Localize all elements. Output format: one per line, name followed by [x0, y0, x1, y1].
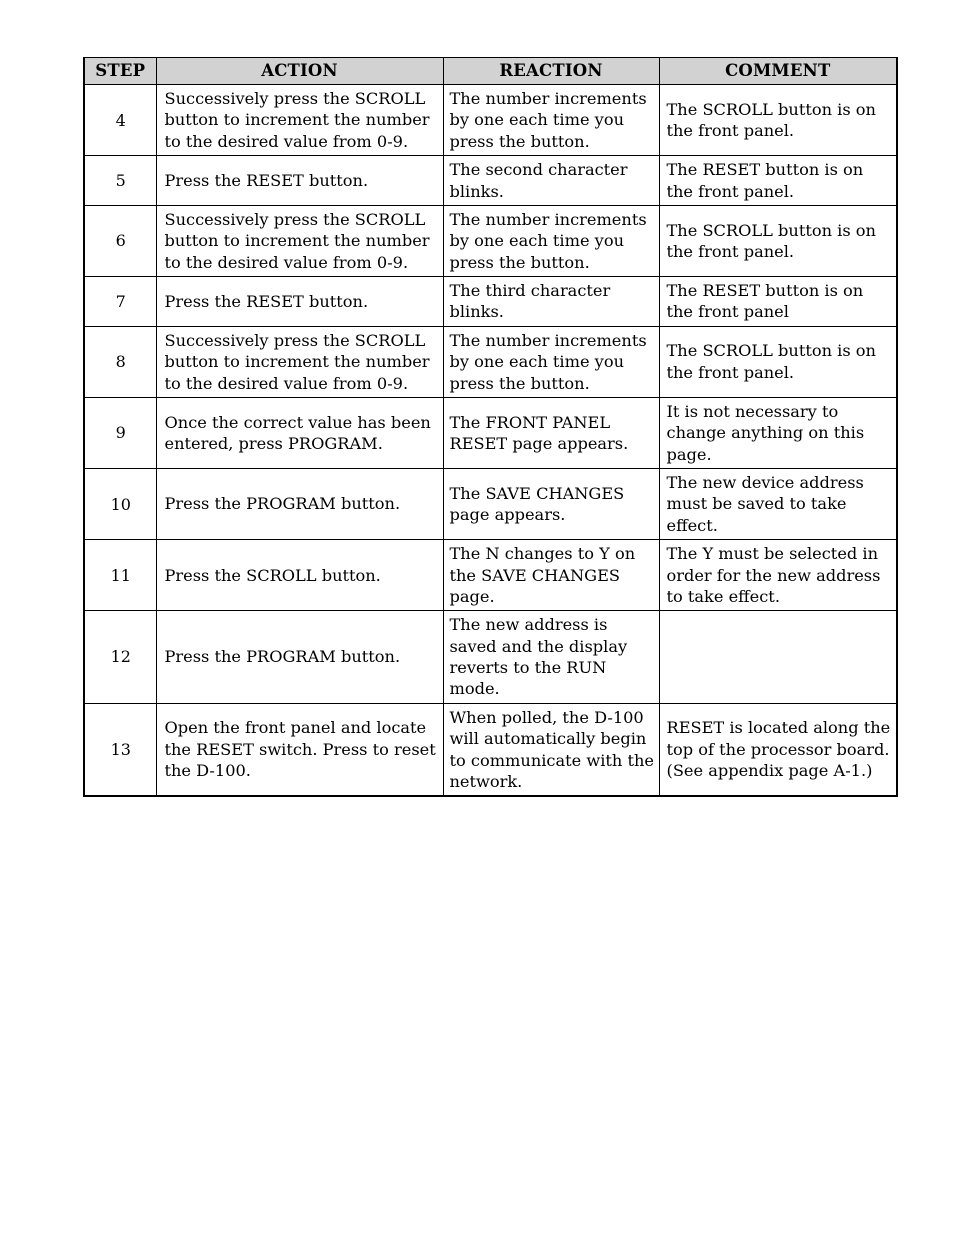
- action-text: Open the front panel and locate the RESE…: [164, 718, 436, 781]
- table-row: 11 Press the SCROLL button. The N change…: [83, 539, 898, 612]
- comment-text: The SCROLL button is on the front panel.: [666, 220, 876, 261]
- comment-text: The SCROLL button is on the front panel.: [666, 99, 876, 141]
- cell-step: 7: [83, 276, 157, 327]
- step-number: 9: [115, 423, 126, 443]
- cell-reaction: The second character blinks.: [442, 155, 660, 206]
- comment-text: The SCROLL button is on the front panel.: [666, 341, 876, 382]
- step-number: 4: [115, 110, 126, 130]
- step-number: 5: [115, 170, 126, 190]
- document-page: STEP ACTION REACTION COMMENT 4 Successiv…: [0, 0, 954, 1235]
- cell-comment: The new device address must be saved to …: [658, 467, 898, 541]
- cell-action: Successively press the SCROLL button to …: [155, 83, 444, 157]
- cell-reaction: The number increments by one each time y…: [442, 83, 660, 157]
- action-text: Once the correct value has been entered,…: [164, 412, 431, 453]
- cell-comment: [658, 610, 898, 704]
- cell-comment: The SCROLL button is on the front panel.: [658, 325, 898, 398]
- action-text: Press the PROGRAM button.: [164, 647, 401, 667]
- cell-step: 8: [83, 325, 157, 398]
- cell-comment: The RESET button is on the front panel: [658, 276, 898, 327]
- column-header-comment: COMMENT: [658, 57, 898, 85]
- reaction-text: The N changes to Y on the SAVE CHANGES p…: [449, 544, 636, 606]
- action-text: Press the RESET button.: [164, 170, 369, 190]
- column-header-reaction: REACTION: [442, 57, 660, 85]
- cell-reaction: The number increments by one each time y…: [442, 204, 660, 278]
- cell-step: 6: [83, 204, 157, 278]
- reaction-text: The number increments by one each time y…: [449, 330, 647, 393]
- action-text: Press the RESET button.: [164, 291, 369, 311]
- cell-step: 11: [83, 539, 157, 612]
- cell-action: Press the PROGRAM button.: [155, 610, 444, 704]
- comment-text: The RESET button is on the front panel: [666, 281, 864, 322]
- table-row: 4 Successively press the SCROLL button t…: [83, 83, 898, 157]
- cell-action: Press the RESET button.: [155, 155, 444, 206]
- cell-step: 13: [83, 702, 157, 798]
- table-row: 10 Press the PROGRAM button. The SAVE CH…: [83, 467, 898, 541]
- table-header: STEP ACTION REACTION COMMENT: [83, 57, 898, 85]
- cell-step: 9: [83, 396, 157, 470]
- cell-step: 5: [83, 155, 157, 206]
- action-text: Press the PROGRAM button.: [164, 494, 401, 514]
- column-header-step: STEP: [83, 57, 157, 85]
- cell-action: Press the PROGRAM button.: [155, 467, 444, 541]
- header-row: STEP ACTION REACTION COMMENT: [83, 57, 898, 85]
- cell-reaction: The third character blinks.: [442, 276, 660, 327]
- step-number: 11: [110, 565, 131, 585]
- table-row: 5 Press the RESET button. The second cha…: [83, 155, 898, 206]
- cell-step: 12: [83, 610, 157, 704]
- reaction-text: The SAVE CHANGES page appears.: [449, 483, 625, 525]
- cell-step: 4: [83, 83, 157, 157]
- cell-reaction: The FRONT PANEL RESET page appears.: [442, 396, 660, 470]
- table-row: 6 Successively press the SCROLL button t…: [83, 204, 898, 278]
- cell-action: Press the SCROLL button.: [155, 539, 444, 612]
- comment-text: The new device address must be saved to …: [666, 473, 864, 535]
- table-row: 9 Once the correct value has been entere…: [83, 396, 898, 470]
- step-number: 8: [115, 352, 126, 372]
- cell-comment: The Y must be selected in order for the …: [658, 539, 898, 612]
- action-text: Press the SCROLL button.: [164, 565, 381, 585]
- reaction-text: The number increments by one each time y…: [449, 209, 647, 272]
- cell-action: Open the front panel and locate the RESE…: [155, 702, 444, 798]
- step-number: 6: [115, 231, 126, 251]
- cell-reaction: When polled, the D-100 will automaticall…: [442, 702, 660, 798]
- step-number: 10: [110, 494, 131, 514]
- reaction-text: The new address is saved and the display…: [449, 615, 628, 699]
- step-number: 7: [115, 291, 126, 311]
- action-text: Successively press the SCROLL button to …: [164, 89, 430, 151]
- reaction-text: The FRONT PANEL RESET page appears.: [449, 412, 629, 453]
- table-body: 4 Successively press the SCROLL button t…: [83, 83, 898, 798]
- comment-text: It is not necessary to change anything o…: [666, 401, 865, 464]
- cell-comment: RESET is located along the top of the pr…: [658, 702, 898, 798]
- step-number: 13: [110, 739, 131, 759]
- action-text: Successively press the SCROLL button to …: [164, 209, 430, 272]
- cell-comment: The SCROLL button is on the front panel.: [658, 83, 898, 157]
- cell-reaction: The N changes to Y on the SAVE CHANGES p…: [442, 539, 660, 612]
- cell-comment: It is not necessary to change anything o…: [658, 396, 898, 470]
- table-row: 12 Press the PROGRAM button. The new add…: [83, 610, 898, 704]
- table-row: 8 Successively press the SCROLL button t…: [83, 325, 898, 398]
- column-header-action: ACTION: [155, 57, 444, 85]
- cell-reaction: The new address is saved and the display…: [442, 610, 660, 704]
- procedure-table: STEP ACTION REACTION COMMENT 4 Successiv…: [83, 57, 898, 798]
- cell-action: Once the correct value has been entered,…: [155, 396, 444, 470]
- comment-text: The Y must be selected in order for the …: [666, 544, 881, 606]
- comment-text: RESET is located along the top of the pr…: [666, 718, 891, 781]
- reaction-text: The third character blinks.: [449, 281, 611, 322]
- reaction-text: When polled, the D-100 will automaticall…: [449, 707, 655, 791]
- comment-text: [660, 654, 897, 660]
- table-row: 13 Open the front panel and locate the R…: [83, 702, 898, 798]
- reaction-text: The number increments by one each time y…: [449, 89, 647, 151]
- cell-reaction: The SAVE CHANGES page appears.: [442, 467, 660, 541]
- table-row: 7 Press the RESET button. The third char…: [83, 276, 898, 327]
- cell-comment: The RESET button is on the front panel.: [658, 155, 898, 206]
- reaction-text: The second character blinks.: [449, 160, 628, 201]
- step-number: 12: [110, 647, 131, 667]
- cell-action: Successively press the SCROLL button to …: [155, 204, 444, 278]
- cell-reaction: The number increments by one each time y…: [442, 325, 660, 398]
- action-text: Successively press the SCROLL button to …: [164, 330, 430, 393]
- cell-action: Press the RESET button.: [155, 276, 444, 327]
- cell-step: 10: [83, 467, 157, 541]
- cell-action: Successively press the SCROLL button to …: [155, 325, 444, 398]
- comment-text: The RESET button is on the front panel.: [666, 160, 864, 201]
- cell-comment: The SCROLL button is on the front panel.: [658, 204, 898, 278]
